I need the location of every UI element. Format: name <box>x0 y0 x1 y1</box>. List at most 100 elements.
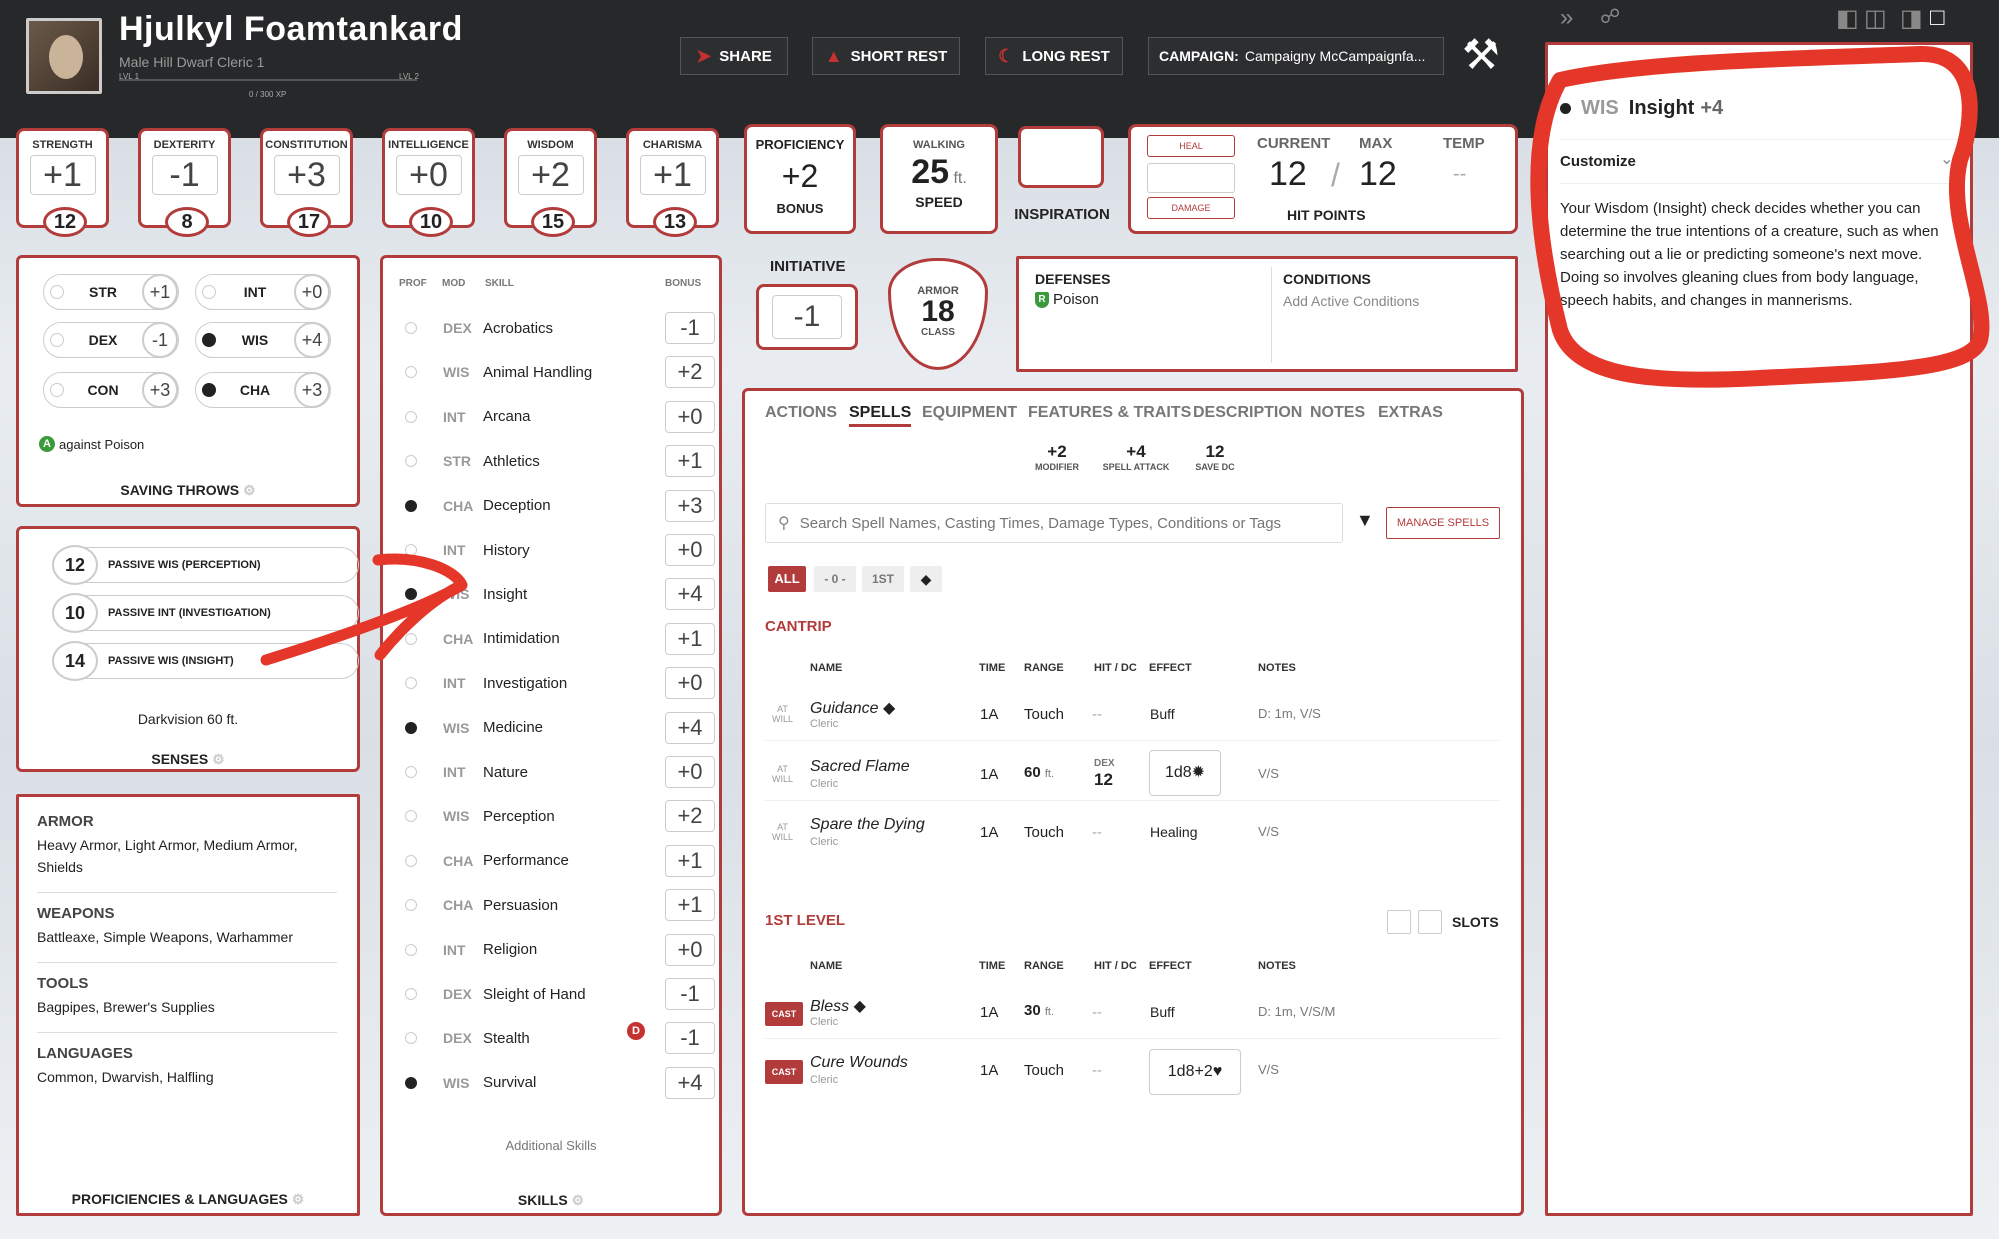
skill-bonus: -1 <box>665 1022 715 1055</box>
skill-mod: CHA <box>443 897 474 914</box>
skill-mod: STR <box>443 453 471 470</box>
skill-row-survival[interactable]: WIS Survival +4 <box>383 1061 723 1105</box>
defense-poison[interactable]: R Poison <box>1035 291 1099 308</box>
damage-button[interactable]: DAMAGE <box>1147 197 1235 219</box>
skill-row-perception[interactable]: WIS Perception +2 <box>383 794 723 838</box>
skill-row-athletics[interactable]: STR Athletics +1 <box>383 439 723 483</box>
filter-concentration-icon[interactable]: ◆ <box>910 566 942 592</box>
layout-split-icon[interactable]: ◫ <box>1864 4 1887 33</box>
skill-name: Religion <box>483 941 538 959</box>
skill-row-religion[interactable]: INT Religion +0 <box>383 928 723 972</box>
layout-right-icon[interactable]: ◨ <box>1900 4 1923 33</box>
save-dex[interactable]: DEX -1 <box>43 322 179 358</box>
skill-row-investigation[interactable]: INT Investigation +0 <box>383 661 723 705</box>
chevron-down-icon[interactable]: ⌄ <box>1940 149 1953 169</box>
tab-actions[interactable]: ACTIONS <box>765 404 837 422</box>
save-con[interactable]: CON +3 <box>43 372 179 408</box>
skill-row-nature[interactable]: INT Nature +0 <box>383 750 723 794</box>
skills-header-prof: PROF <box>399 278 427 289</box>
ability-charisma[interactable]: CHARISMA +1 13 <box>626 128 719 237</box>
skill-row-persuasion[interactable]: CHA Persuasion +1 <box>383 883 723 927</box>
weapons-text: Battleaxe, Simple Weapons, Warhammer <box>37 929 293 945</box>
campaign-button[interactable]: CAMPAIGN: Campaigny McCampaignfa... <box>1148 37 1444 75</box>
gear-icon[interactable]: ⚙ <box>292 1191 305 1207</box>
save-str[interactable]: STR +1 <box>43 274 179 310</box>
ability-intelligence[interactable]: INTELLIGENCE +0 10 <box>382 128 475 237</box>
gear-icon[interactable]: ⚙ <box>212 751 225 767</box>
skill-name: Arcana <box>483 408 531 426</box>
collapse-icon[interactable]: » <box>1560 4 1573 32</box>
damage-roll-button[interactable]: 1d8✹ <box>1149 750 1221 796</box>
spell-search[interactable]: ⚲ <box>765 503 1343 543</box>
ability-wisdom[interactable]: WISDOM +2 15 <box>504 128 597 237</box>
initiative-box[interactable]: -1 <box>756 284 858 350</box>
anvil-icon[interactable]: ⚒ <box>1462 30 1500 79</box>
save-wis[interactable]: WIS +4 <box>195 322 331 358</box>
spell-slot-1[interactable] <box>1387 910 1411 934</box>
cantrip-heading: CANTRIP <box>765 618 832 635</box>
healing-roll-button[interactable]: 1d8+2♥ <box>1149 1049 1241 1095</box>
xp-level-current: LVL 1 <box>119 72 140 81</box>
inspiration-box[interactable] <box>1018 126 1104 188</box>
filter-cantrip[interactable]: - 0 - <box>814 566 856 592</box>
heal-button[interactable]: HEAL <box>1147 135 1235 157</box>
tab-description[interactable]: DESCRIPTION <box>1193 404 1302 422</box>
tab-extras[interactable]: EXTRAS <box>1378 404 1443 422</box>
tab-spells[interactable]: SPELLS <box>849 404 912 427</box>
filter-icon[interactable]: ▼ <box>1356 510 1374 531</box>
hp-temp[interactable]: -- <box>1453 163 1466 186</box>
skill-row-intimidation[interactable]: CHA Intimidation +1 <box>383 617 723 661</box>
skill-name: Animal Handling <box>483 363 593 381</box>
save-int[interactable]: INT +0 <box>195 274 331 310</box>
skill-row-acrobatics[interactable]: DEX Acrobatics -1 <box>383 306 723 350</box>
avatar[interactable] <box>26 18 102 94</box>
skill-mod: CHA <box>443 497 474 514</box>
short-rest-button[interactable]: ▲ SHORT REST <box>812 37 960 75</box>
cast-button[interactable]: CAST <box>765 1002 803 1026</box>
skill-mod: DEX <box>443 1030 472 1047</box>
skill-row-deception[interactable]: CHA Deception +3 <box>383 484 723 528</box>
ability-dexterity[interactable]: DEXTERITY -1 8 <box>138 128 231 237</box>
skill-row-arcana[interactable]: INT Arcana +0 <box>383 395 723 439</box>
skill-row-insight[interactable]: WIS Insight +4 <box>383 572 723 616</box>
ability-strength[interactable]: STRENGTH +1 12 <box>16 128 109 237</box>
skill-row-medicine[interactable]: WIS Medicine +4 <box>383 706 723 750</box>
skill-row-performance[interactable]: CHA Performance +1 <box>383 839 723 883</box>
tab-equipment[interactable]: EQUIPMENT <box>922 404 1017 422</box>
cast-button[interactable]: CAST <box>765 1060 803 1084</box>
share-button[interactable]: ➤ SHARE <box>680 37 788 75</box>
skill-name: Persuasion <box>483 896 559 914</box>
save-cha[interactable]: CHA +3 <box>195 372 331 408</box>
spell-slot-2[interactable] <box>1418 910 1442 934</box>
additional-skills[interactable]: Additional Skills <box>383 1138 719 1153</box>
skill-row-history[interactable]: INT History +0 <box>383 528 723 572</box>
skill-row-sleight-of-hand[interactable]: DEX Sleight of Hand -1 <box>383 972 723 1016</box>
layout-left-icon[interactable]: ◧ <box>1836 4 1859 33</box>
gear-icon[interactable]: ⚙ <box>243 482 256 498</box>
ability-constitution[interactable]: CONSTITUTION +3 17 <box>260 128 353 237</box>
radiant-icon: ✹ <box>1191 764 1206 781</box>
armor-class[interactable]: ARMOR 18 CLASS <box>888 258 988 370</box>
skill-row-animal-handling[interactable]: WIS Animal Handling +2 <box>383 350 723 394</box>
add-conditions-link[interactable]: Add Active Conditions <box>1283 293 1419 309</box>
character-name[interactable]: Hjulkyl Foamtankard <box>119 10 463 49</box>
lock-icon[interactable]: ☍ <box>1600 4 1620 29</box>
tab-features-traits[interactable]: FEATURES & TRAITS <box>1028 404 1191 422</box>
defenses-panel: DEFENSES R Poison CONDITIONS Add Active C… <box>1016 256 1518 372</box>
customize-toggle[interactable]: Customize <box>1560 153 1636 170</box>
skill-row-stealth[interactable]: DEX Stealth -1 <box>383 1016 723 1060</box>
hp-amount-input[interactable] <box>1147 163 1235 193</box>
layout-full-icon[interactable]: □ <box>1930 4 1945 32</box>
skill-mod: CHA <box>443 630 474 647</box>
spell-search-input[interactable] <box>799 514 1342 532</box>
long-rest-button[interactable]: ☾ LONG REST <box>985 37 1123 75</box>
filter-all[interactable]: ALL <box>768 566 806 592</box>
filter-1st[interactable]: 1ST <box>862 566 904 592</box>
manage-spells-button[interactable]: MANAGE SPELLS <box>1386 507 1500 539</box>
hp-current[interactable]: 12 <box>1269 155 1307 194</box>
gear-icon[interactable]: ⚙ <box>572 1192 585 1208</box>
spell-save-dc: 12 SAVE DC <box>1195 442 1235 472</box>
hp-temp-label: TEMP <box>1443 135 1485 152</box>
tab-notes[interactable]: NOTES <box>1310 404 1365 422</box>
spell-attack: +4 SPELL ATTACK <box>1102 442 1170 472</box>
